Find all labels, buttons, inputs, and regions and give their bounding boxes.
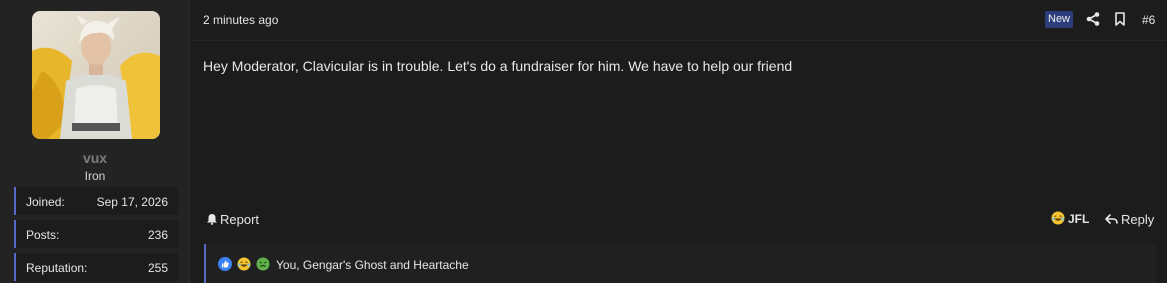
stat-value: Sep 17, 2026: [96, 195, 168, 209]
stat-value: 255: [147, 261, 168, 275]
react-button[interactable]: JFL: [1051, 210, 1089, 228]
share-icon[interactable]: [1085, 11, 1101, 27]
sick-icon: [256, 257, 270, 271]
report-label: Report: [220, 211, 260, 227]
post-number-link[interactable]: #6: [1142, 13, 1155, 27]
user-panel: vux Iron Joined: Sep 17, 2026 Posts: 236…: [0, 0, 190, 283]
avatar[interactable]: [32, 11, 160, 139]
stat-label: Posts:: [26, 228, 60, 242]
bell-icon: [207, 214, 217, 225]
username[interactable]: vux: [0, 150, 190, 166]
laugh-icon: [1051, 211, 1065, 228]
stat-reputation: Reputation: 255: [14, 253, 178, 281]
reply-icon: [1105, 214, 1118, 224]
header-divider: [190, 40, 1167, 41]
stat-label: Joined:: [26, 195, 65, 209]
laugh-icon: [237, 257, 251, 271]
stat-value: 236: [147, 228, 168, 242]
react-label: JFL: [1068, 212, 1090, 226]
panel-notch: [189, 28, 197, 44]
post-message: Hey Moderator, Clavicular is in trouble.…: [203, 58, 793, 74]
user-rank: Iron: [84, 169, 106, 183]
reactions-bar: You, Gengar's Ghost and Heartache: [204, 244, 1156, 283]
reply-label: Reply: [1121, 211, 1155, 227]
reaction-icons: [218, 257, 275, 271]
new-badge: New: [1045, 11, 1074, 28]
bookmark-icon[interactable]: [1112, 11, 1128, 27]
stat-label: Reputation:: [26, 261, 88, 275]
forum-post: vux Iron Joined: Sep 17, 2026 Posts: 236…: [0, 0, 1167, 283]
like-icon: [218, 257, 232, 271]
report-button[interactable]: Report: [206, 210, 259, 228]
reply-button[interactable]: Reply: [1105, 210, 1154, 228]
stat-joined: Joined: Sep 17, 2026: [14, 187, 178, 215]
reaction-users[interactable]: You, Gengar's Ghost and Heartache: [276, 258, 469, 272]
post-main: 2 minutes ago New #6 Hey Moderator, Clav…: [189, 0, 1167, 283]
post-timestamp[interactable]: 2 minutes ago: [203, 13, 278, 27]
stat-posts: Posts: 236: [14, 220, 178, 248]
